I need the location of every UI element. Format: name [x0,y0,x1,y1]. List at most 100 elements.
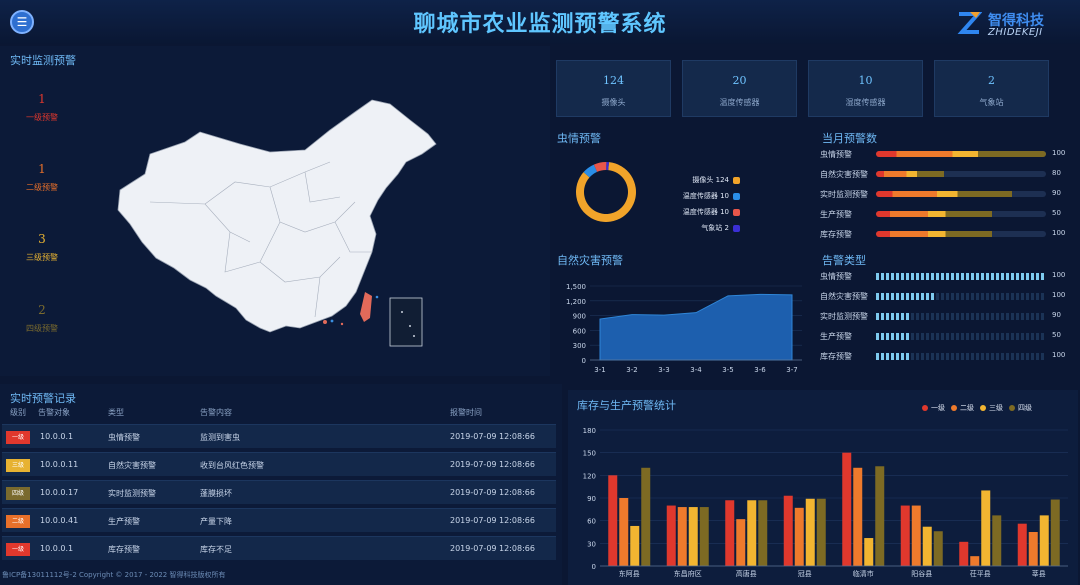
legend-dot [951,405,957,411]
legend-dot [980,405,986,411]
y-tick-label: 600 [573,327,586,335]
legend-item[interactable]: 四级 [1009,403,1032,413]
legend-label: 四级 [1018,404,1032,412]
alarm-type-track [876,293,1046,300]
x-tick-label: 3-7 [786,366,797,374]
pest-donut-chart[interactable] [570,156,642,228]
record-content: 监测到害虫 [200,433,240,442]
alarm-type-fill [876,313,910,320]
table-row[interactable]: 一级 10.0.0.1 库存预警 库存不足 2019-07-09 12:08:66 [2,536,556,560]
monthly-row[interactable]: 自然灾害预警 80 [820,166,1072,186]
monthly-row-fill [876,151,1046,157]
legend-label: 三级 [989,404,1003,412]
alarm-type-row[interactable]: 生产预警 50 [820,328,1072,348]
bar [911,505,921,566]
camera-count-tile[interactable]: 124 摄像头 [556,60,671,117]
bar [805,498,815,566]
bar [630,525,640,566]
x-tick-label: 茌平县 [970,569,991,578]
monthly-row-label: 实时监测预警 [820,190,868,199]
y-tick-label: 1,200 [566,298,586,306]
y-tick-label: 60 [587,518,596,526]
x-tick-label: 3-5 [722,366,733,374]
y-tick-label: 900 [573,313,586,321]
record-content: 库存不足 [200,545,232,554]
legend-dot [1009,405,1015,411]
x-tick-label: 3-3 [658,366,669,374]
x-tick-label: 高唐县 [736,569,757,578]
bar [875,466,885,566]
col-object: 告警对象 [38,408,70,417]
alarm-type-row[interactable]: 虫情预警 100 [820,268,1072,288]
monthly-row[interactable]: 库存预警 100 [820,226,1072,246]
x-tick-label: 东昌府区 [674,569,702,578]
china-map[interactable] [110,92,440,352]
monthly-row-track [876,191,1046,197]
legend-item[interactable]: 三级 [980,403,1003,413]
alarm-type-row[interactable]: 实时监测预警 90 [820,308,1072,328]
record-object: 10.0.0.1 [40,432,74,441]
humidity-sensor-tile[interactable]: 10 湿度传感器 [808,60,923,117]
monthly-row-fill [876,231,992,237]
weather-station-tile[interactable]: 2 气象站 [934,60,1049,117]
alarm-type-row[interactable]: 库存预警 100 [820,348,1072,368]
legend-item[interactable]: 一级 [922,403,945,413]
records-table: 一级 10.0.0.1 虫情预警 监测到害虫 2019-07-09 12:08:66 三级… [2,424,556,564]
pest-legend: 摄像头 124 温度传感器 10 温度传感器 10 气象站 2 [650,172,740,236]
bar [725,500,735,566]
bar [608,475,618,566]
stock-bar-chart[interactable]: 0 30 60 90 120 150 180 东阿县 东昌府区 高唐县 冠县 临清市 阳谷县 茌平县 莘县 [568,420,1078,585]
legend-item: 摄像头 124 [650,172,740,188]
record-object: 10.0.0.1 [40,544,74,553]
y-tick-label: 300 [573,342,586,350]
legend-label: 一级 [931,404,945,412]
table-row[interactable]: 一级 10.0.0.1 虫情预警 监测到害虫 2019-07-09 12:08:66 [2,424,556,448]
table-row[interactable]: 二级 10.0.0.41 生产预警 产量下降 2019-07-09 12:08:66 [2,508,556,532]
alarm-type-fill [876,293,936,300]
monthly-row[interactable]: 实时监测预警 90 [820,186,1072,206]
bar [992,515,1002,566]
record-object: 10.0.0.11 [40,460,79,469]
legend-item: 气象站 2 [650,220,740,236]
alarm-type-row[interactable]: 自然灾害预警 100 [820,288,1072,308]
footer-copyright: 鲁ICP备13011112号-2 Copyright © 2017 - 2022… [2,571,226,579]
alarm-type-value: 100 [1052,351,1066,359]
table-row[interactable]: 四级 10.0.0.17 实时监测预警 蓬膜损坏 2019-07-09 12:08:66 [2,480,556,504]
legend-item[interactable]: 二级 [951,403,974,413]
monthly-row-value: 90 [1052,189,1061,197]
y-tick-label: 180 [583,427,596,435]
x-tick-label: 东阿县 [619,569,640,578]
x-tick-label: 冠县 [798,570,812,578]
alarm-type-track [876,333,1046,340]
legend-swatch [733,224,740,232]
bar [688,507,698,566]
x-tick-label: 临清市 [853,569,874,578]
table-row[interactable]: 三级 10.0.0.11 自然灾害预警 收到台风红色预警 2019-07-09 12:0… [2,452,556,476]
monthly-row-value: 50 [1052,209,1061,217]
bar [959,541,969,566]
record-content: 蓬膜损坏 [200,489,232,498]
pest-title: 虫情预警 [557,132,601,145]
alarm-type-value: 100 [1052,271,1066,279]
stock-title: 库存与生产预警统计 [577,399,676,412]
realtime-title: 实时监测预警 [10,54,76,67]
col-type: 类型 [108,408,124,417]
monthly-row-value: 80 [1052,169,1061,177]
alarm-type-track [876,273,1046,280]
monthly-row-track [876,171,1046,177]
bar [853,467,863,566]
bar [900,505,910,566]
bar [864,538,874,566]
monthly-title: 当月预警数 [822,132,877,145]
alarm-type-track [876,313,1046,320]
temperature-sensor-tile[interactable]: 20 温度传感器 [682,60,797,117]
monthly-row-track [876,151,1046,157]
bar [933,531,943,566]
monthly-row[interactable]: 虫情预警 100 [820,146,1072,166]
bar [758,500,768,566]
alarm-type-label: 实时监测预警 [820,312,868,321]
bar [970,556,980,566]
monthly-row[interactable]: 生产预警 50 [820,206,1072,226]
bar [641,467,651,566]
disaster-area-chart[interactable]: 0 300 600 900 1,200 1,500 3-1 3-2 3-3 3-4 3-5 3-6 3-… [556,278,812,376]
